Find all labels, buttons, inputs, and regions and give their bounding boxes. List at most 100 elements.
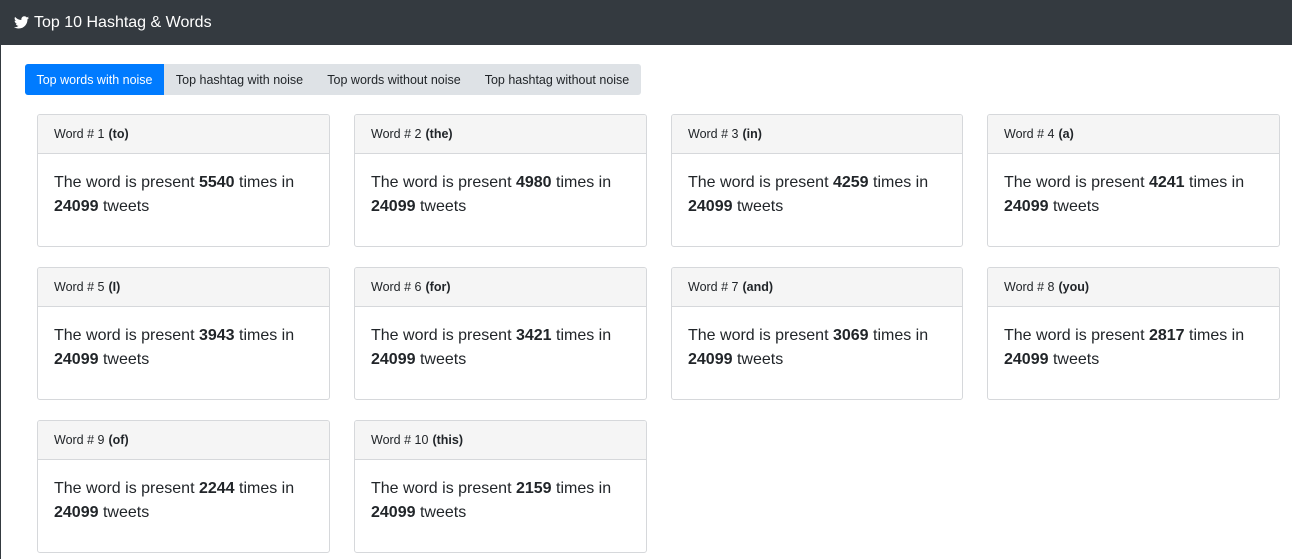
word-value: (this) xyxy=(432,433,464,447)
card-body: The word is present 4980 times in 24099 t… xyxy=(355,154,646,219)
word-rank: Word # 8 xyxy=(1004,280,1055,294)
text-before: The word is present xyxy=(54,480,199,497)
text-before: The word is present xyxy=(371,327,516,344)
text-after: tweets xyxy=(1048,198,1100,215)
word-card: Word # 6 (for) The word is present 3421 ti… xyxy=(354,267,647,400)
card-header: Word # 8 (you) xyxy=(988,268,1279,307)
word-value: (the) xyxy=(425,127,453,141)
card-body: The word is present 5540 times in 24099 t… xyxy=(38,154,329,219)
word-rank: Word # 9 xyxy=(54,433,105,447)
word-rank: Word # 4 xyxy=(1004,127,1055,141)
word-rank: Word # 6 xyxy=(371,280,422,294)
total-tweets: 24099 xyxy=(54,351,99,368)
total-tweets: 24099 xyxy=(371,504,416,521)
card-body: The word is present 2159 times in 24099 t… xyxy=(355,460,646,525)
total-tweets: 24099 xyxy=(1004,198,1049,215)
text-before: The word is present xyxy=(1004,327,1149,344)
card-body: The word is present 2244 times in 24099 t… xyxy=(38,460,329,525)
text-middle: times in xyxy=(1184,327,1245,344)
card-body: The word is present 3943 times in 24099 t… xyxy=(38,307,329,372)
card-header: Word # 1 (to) xyxy=(38,115,329,154)
word-count: 2244 xyxy=(198,480,235,497)
text-middle: times in xyxy=(234,327,295,344)
word-card: Word # 3 (in) The word is present 4259 tim… xyxy=(671,114,963,247)
text-middle: times in xyxy=(234,480,295,497)
word-value: (for) xyxy=(425,280,451,294)
tab-bar: Top words with noise Top hashtag with no… xyxy=(25,64,641,95)
word-count: 2817 xyxy=(1148,327,1185,344)
word-card: Word # 1 (to) The word is present 5540 tim… xyxy=(37,114,330,247)
word-rank: Word # 1 xyxy=(54,127,105,141)
text-middle: times in xyxy=(551,174,612,191)
word-card: Word # 7 (and) The word is present 3069 ti… xyxy=(671,267,963,400)
card-header: Word # 5 (I) xyxy=(38,268,329,307)
tab-top-hashtag-with-noise[interactable]: Top hashtag with noise xyxy=(164,64,315,95)
word-count: 3943 xyxy=(198,327,235,344)
word-card: Word # 8 (you) The word is present 2817 ti… xyxy=(987,267,1280,400)
text-after: tweets xyxy=(415,504,467,521)
text-after: tweets xyxy=(98,198,150,215)
card-header: Word # 6 (for) xyxy=(355,268,646,307)
navbar: Top 10 Hashtag & Words xyxy=(0,0,1292,45)
word-rank: Word # 3 xyxy=(688,127,739,141)
text-after: tweets xyxy=(98,504,150,521)
text-after: tweets xyxy=(415,351,467,368)
tab-top-words-without-noise[interactable]: Top words without noise xyxy=(315,64,473,95)
text-middle: times in xyxy=(234,174,295,191)
tab-top-words-with-noise[interactable]: Top words with noise xyxy=(25,64,164,95)
text-after: tweets xyxy=(732,351,784,368)
text-before: The word is present xyxy=(688,174,833,191)
word-count: 4259 xyxy=(832,174,869,191)
total-tweets: 24099 xyxy=(688,351,733,368)
word-rank: Word # 10 xyxy=(371,433,429,447)
twitter-bird-icon xyxy=(14,15,30,31)
total-tweets: 24099 xyxy=(371,198,416,215)
word-rank: Word # 2 xyxy=(371,127,422,141)
total-tweets: 24099 xyxy=(688,198,733,215)
word-value: (I) xyxy=(108,280,121,294)
text-middle: times in xyxy=(551,327,612,344)
card-header: Word # 2 (the) xyxy=(355,115,646,154)
text-before: The word is present xyxy=(54,174,199,191)
card-body: The word is present 3069 times in 24099 t… xyxy=(672,307,962,372)
word-value: (in) xyxy=(742,127,762,141)
word-count: 3069 xyxy=(832,327,869,344)
card-header: Word # 7 (and) xyxy=(672,268,962,307)
total-tweets: 24099 xyxy=(371,351,416,368)
card-body: The word is present 4259 times in 24099 t… xyxy=(672,154,962,219)
app-title[interactable]: Top 10 Hashtag & Words xyxy=(34,13,212,33)
card-header: Word # 10 (this) xyxy=(355,421,646,460)
tab-top-hashtag-without-noise[interactable]: Top hashtag without noise xyxy=(473,64,641,95)
word-card: Word # 2 (the) The word is present 4980 ti… xyxy=(354,114,647,247)
text-before: The word is present xyxy=(688,327,833,344)
total-tweets: 24099 xyxy=(54,504,99,521)
word-count: 3421 xyxy=(515,327,552,344)
card-body: The word is present 2817 times in 24099 t… xyxy=(988,307,1279,372)
text-before: The word is present xyxy=(1004,174,1149,191)
text-middle: times in xyxy=(551,480,612,497)
word-count: 2159 xyxy=(515,480,552,497)
text-before: The word is present xyxy=(371,480,516,497)
text-middle: times in xyxy=(1184,174,1245,191)
word-value: (you) xyxy=(1058,280,1090,294)
text-before: The word is present xyxy=(54,327,199,344)
text-middle: times in xyxy=(868,327,929,344)
card-header: Word # 4 (a) xyxy=(988,115,1279,154)
card-header: Word # 9 (of) xyxy=(38,421,329,460)
card-header: Word # 3 (in) xyxy=(672,115,962,154)
word-value: (and) xyxy=(742,280,774,294)
word-value: (a) xyxy=(1058,127,1074,141)
word-count: 4980 xyxy=(515,174,552,191)
total-tweets: 24099 xyxy=(1004,351,1049,368)
text-after: tweets xyxy=(98,351,150,368)
text-after: tweets xyxy=(415,198,467,215)
text-middle: times in xyxy=(868,174,929,191)
word-count: 4241 xyxy=(1148,174,1185,191)
card-body: The word is present 4241 times in 24099 t… xyxy=(988,154,1279,219)
word-card: Word # 4 (a) The word is present 4241 time… xyxy=(987,114,1280,247)
text-after: tweets xyxy=(732,198,784,215)
word-rank: Word # 7 xyxy=(688,280,739,294)
word-card: Word # 10 (this) The word is present 2159 … xyxy=(354,420,647,553)
word-count: 5540 xyxy=(198,174,235,191)
word-card: Word # 9 (of) The word is present 2244 tim… xyxy=(37,420,330,553)
